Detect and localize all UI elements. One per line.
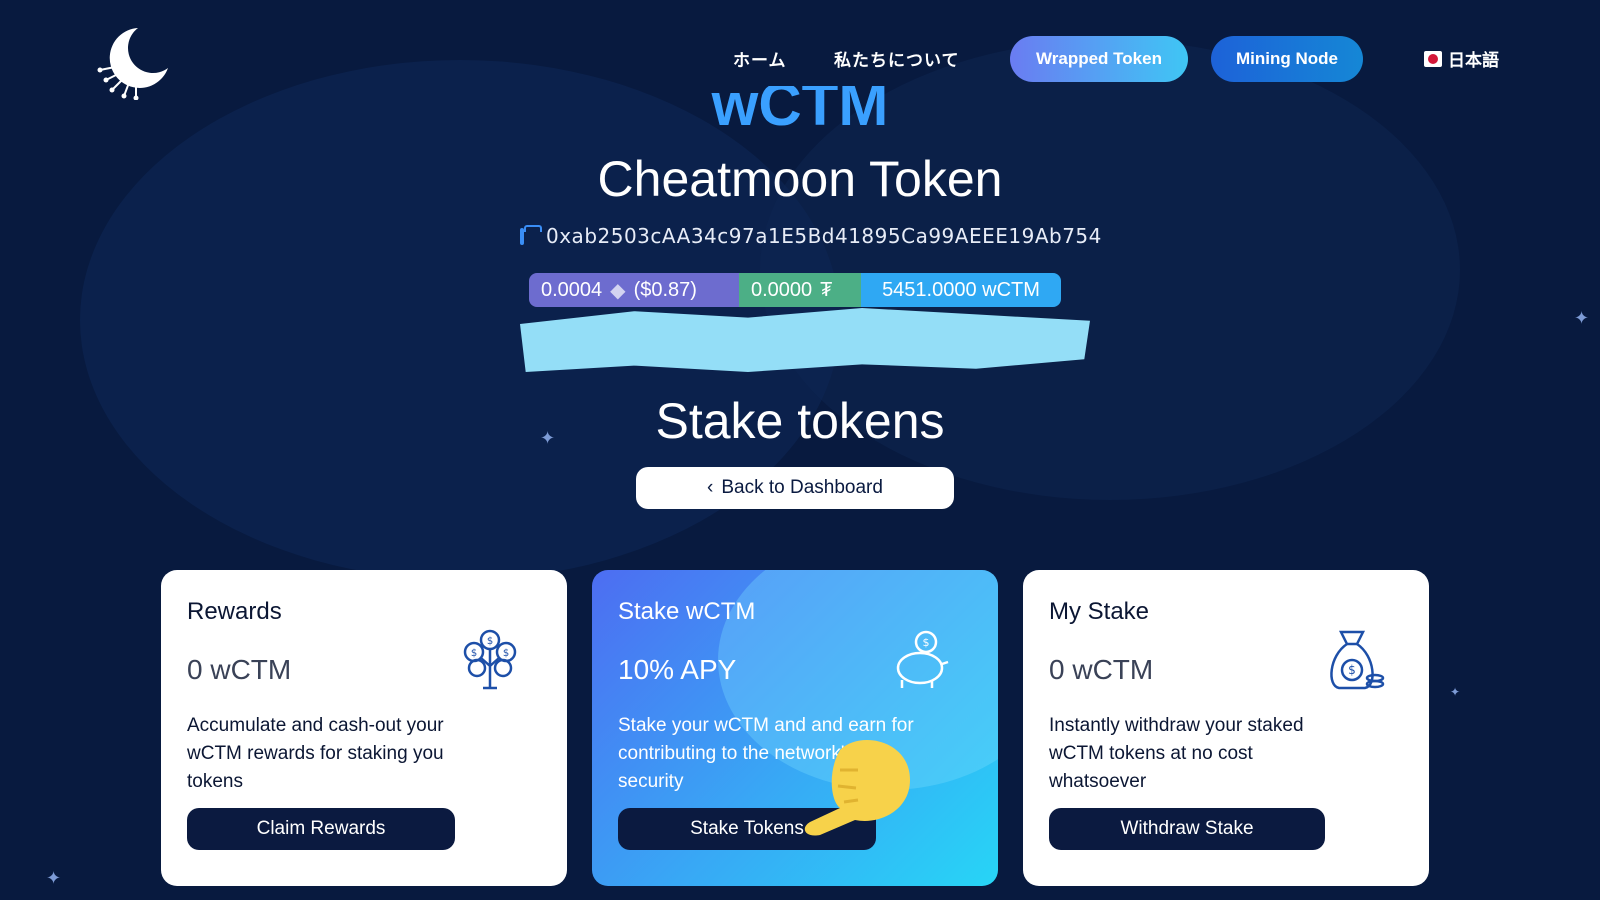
money-bag-icon: $ (1330, 630, 1385, 690)
rewards-card: Rewards 0 wCTM Accumulate and cash-out y… (161, 570, 567, 886)
stake-card-title: Stake wCTM (618, 598, 756, 625)
back-to-dashboard-button[interactable]: ‹ Back to Dashboard (636, 467, 954, 509)
wctm-balance: 5451.0000 wCTM (861, 273, 1061, 307)
redaction-scribble (520, 308, 1090, 372)
stake-card: Stake wCTM 10% APY Stake your wCTM and a… (592, 570, 998, 886)
eth-amount: 0.0004 (541, 278, 603, 301)
mining-node-button[interactable]: Mining Node (1211, 36, 1363, 82)
svg-text:$: $ (487, 636, 493, 647)
balance-bar: 0.0004 ◆ ($0.87) 0.0000 ₮ 5451.0000 wCTM (529, 273, 1061, 307)
page-title: Stake tokens (655, 393, 945, 449)
svg-text:$: $ (503, 648, 509, 659)
usdt-amount: 0.0000 (751, 278, 813, 301)
language-selector[interactable]: 日本語 (1424, 46, 1499, 71)
rewards-card-description: Accumulate and cash-out your wCTM reward… (187, 715, 444, 792)
eth-balance: 0.0004 ◆ ($0.87) (529, 273, 739, 307)
token-symbol-heading: wCTM (0, 86, 1600, 132)
my-stake-card-title: My Stake (1049, 598, 1150, 625)
eth-usd-value: ($0.87) (633, 278, 697, 301)
sparkle-icon: ✦ (1450, 685, 1461, 699)
chevron-left-icon: ‹ (707, 477, 714, 498)
token-name-heading: Cheatmoon Token (597, 151, 1003, 207)
back-button-label: Back to Dashboard (721, 477, 883, 498)
contract-address-row[interactable]: 0xab2503cAA34c97a1E5Bd41895Ca99AEEE19Ab7… (520, 222, 1101, 250)
pointing-hand-icon (804, 740, 910, 836)
tether-icon: ₮ (820, 278, 833, 301)
svg-text:$: $ (1348, 663, 1356, 677)
language-label: 日本語 (1448, 51, 1499, 70)
piggy-bank-icon: $ (896, 630, 949, 688)
svg-text:$: $ (471, 648, 477, 659)
japan-flag-icon (1424, 50, 1442, 67)
rewards-card-title: Rewards (187, 598, 282, 625)
ethereum-icon: ◆ (610, 279, 626, 302)
claim-rewards-button[interactable]: Claim Rewards (187, 808, 455, 850)
nav-about-link[interactable]: 私たちについて (834, 46, 960, 71)
token-symbol-text: wCTM (711, 86, 889, 132)
wrapped-token-button[interactable]: Wrapped Token (1010, 36, 1188, 82)
usdt-balance: 0.0000 ₮ (739, 273, 861, 307)
wallet-icon (520, 224, 542, 245)
money-tree-icon: $ $ $ (463, 629, 517, 690)
contract-address[interactable]: 0xab2503cAA34c97a1E5Bd41895Ca99AEEE19Ab7… (546, 224, 1102, 248)
sparkle-icon: ✦ (46, 868, 62, 888)
my-stake-card-description: Instantly withdraw your staked wCTM toke… (1049, 715, 1304, 792)
nav-home-link[interactable]: ホーム (733, 46, 787, 71)
svg-text:$: $ (923, 636, 930, 649)
sparkle-icon: ✦ (1574, 308, 1590, 328)
withdraw-stake-button[interactable]: Withdraw Stake (1049, 808, 1325, 850)
my-stake-card: My Stake 0 wCTM Instantly withdraw your … (1023, 570, 1429, 886)
